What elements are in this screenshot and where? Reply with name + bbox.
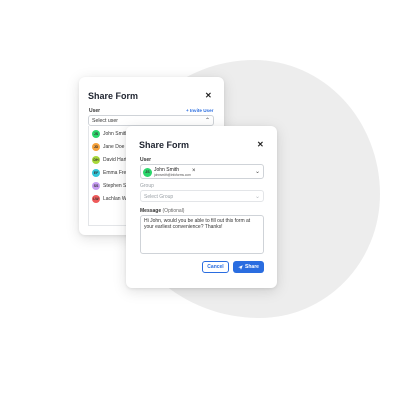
user-label: User [140,157,152,163]
user-select[interactable]: JS John Smith johnsmith@infoforms.com × … [140,164,264,179]
selected-user-name: John Smith [154,166,180,173]
user-select[interactable]: Select user ⌃ [88,115,214,126]
message-text: Hi John, would you be able to fill out t… [144,218,251,231]
selected-user-email: johnsmith@infoforms.com [154,173,191,177]
message-textarea[interactable]: Hi John, would you be able to fill out t… [140,215,264,254]
send-icon [238,264,243,270]
dialog-title: Share Form [139,140,190,150]
invite-user-link[interactable]: + Invite User [186,108,213,113]
avatar: SS [92,182,100,190]
cancel-button[interactable]: Cancel [202,261,229,273]
group-label: Group [140,183,154,189]
remove-user-icon[interactable]: × [192,168,196,174]
avatar: JS [92,130,100,138]
dialog-title: Share Form [88,91,139,101]
user-name: Jane Doe [103,144,125,150]
user-name: John Smith [103,131,129,137]
user-select-text: Select user [92,118,118,124]
share-button[interactable]: Share [233,261,264,273]
chevron-down-icon: ⌄ [254,193,260,200]
avatar: LW [92,195,100,203]
close-icon[interactable]: ✕ [257,140,264,149]
user-name: David Hart [103,157,127,163]
avatar: EF [92,169,100,177]
message-label: Message (Optional) [140,208,184,214]
cancel-button-label: Cancel [207,264,224,270]
share-form-dialog: Share Form ✕ User JS John Smith johnsmit… [126,126,277,288]
message-label-text: Message [140,208,162,214]
avatar: DH [92,156,100,164]
group-select[interactable]: Select Group ⌄ [140,190,264,202]
group-placeholder: Select Group [144,193,174,200]
avatar: JS [143,167,152,177]
avatar: JD [92,143,100,151]
user-label: User [89,108,101,114]
close-icon[interactable]: ✕ [205,91,212,100]
chevron-down-icon[interactable]: ⌄ [255,168,260,175]
share-button-label: Share [245,264,259,270]
message-optional-text: (Optional) [162,208,185,214]
chevron-up-icon: ⌃ [204,118,210,124]
